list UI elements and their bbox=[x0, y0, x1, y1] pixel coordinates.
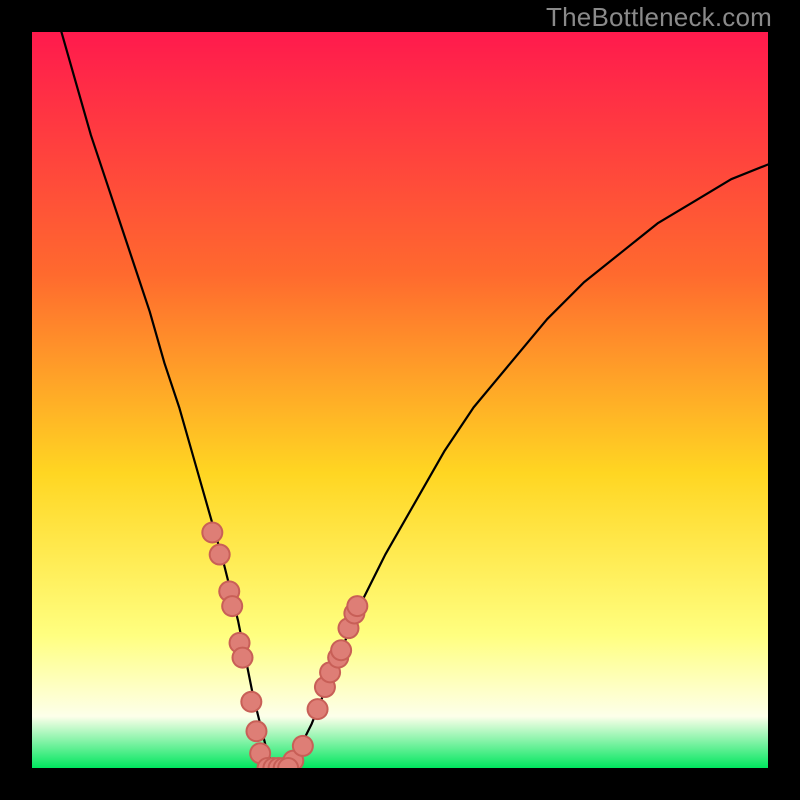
marker-point-inner bbox=[242, 693, 260, 711]
marker-point-inner bbox=[223, 597, 241, 615]
marker-point-inner bbox=[294, 737, 312, 755]
gradient-background bbox=[32, 32, 768, 768]
marker-point-inner bbox=[332, 641, 350, 659]
marker-point-inner bbox=[203, 523, 221, 541]
marker-point-inner bbox=[309, 700, 327, 718]
plot-area bbox=[32, 32, 768, 768]
chart-frame: TheBottleneck.com bbox=[0, 0, 800, 800]
marker-point-inner bbox=[348, 597, 366, 615]
marker-point-inner bbox=[211, 546, 229, 564]
marker-point-inner bbox=[247, 722, 265, 740]
watermark-text: TheBottleneck.com bbox=[546, 2, 772, 33]
marker-point-inner bbox=[234, 649, 252, 667]
chart-svg bbox=[32, 32, 768, 768]
